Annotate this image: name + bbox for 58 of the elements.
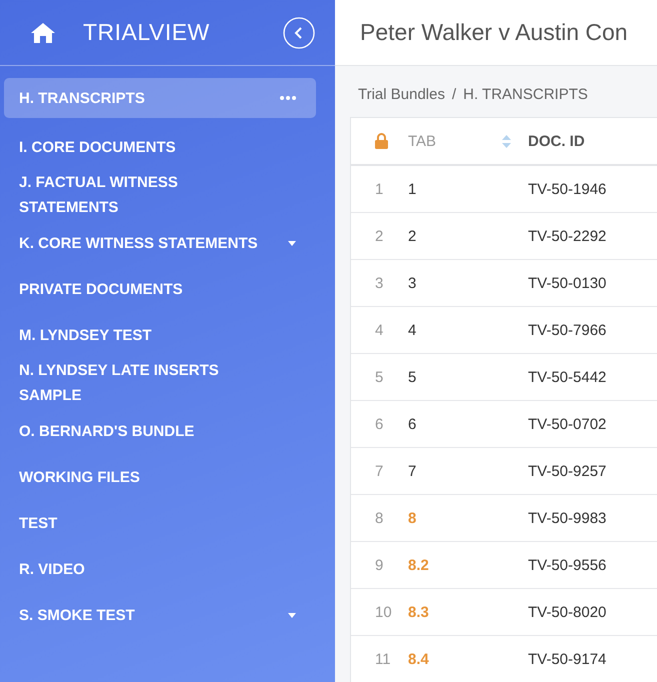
sidebar-item[interactable]: WORKING FILES xyxy=(4,454,316,500)
lock-icon[interactable] xyxy=(375,133,388,149)
table-cell: TV-50-1946 xyxy=(528,180,606,198)
table-cell: TV-50-2292 xyxy=(528,228,606,244)
table-cell: TV-50-9174 xyxy=(528,650,606,668)
table-cell: TV-50-9556 xyxy=(528,556,606,574)
sidebar-item[interactable]: M. LYNDSEY TEST xyxy=(4,312,316,358)
table-cell: 7 xyxy=(408,462,416,480)
row-number: 11 xyxy=(375,650,391,668)
table-cell: 1 xyxy=(408,180,416,198)
sidebar-item[interactable]: PRIVATE DOCUMENTS xyxy=(4,266,316,312)
table-cell: TV-50-7966 xyxy=(528,322,606,338)
table-cell: TV-50-0130 xyxy=(528,274,606,292)
sidebar-item[interactable]: S. SMOKE TEST xyxy=(4,592,316,638)
column-header[interactable]: TAB xyxy=(408,132,436,150)
sidebar-item[interactable]: K. CORE WITNESS STATEMENTS xyxy=(4,220,316,266)
row-number: 9 xyxy=(375,556,384,574)
sidebar-item[interactable]: O. BERNARD'S BUNDLE xyxy=(4,408,316,454)
table-cell: TV-50-0702 xyxy=(528,416,606,432)
sidebar-item[interactable]: N. LYNDSEY LATE INSERTS SAMPLE xyxy=(4,358,316,408)
row-number: 8 xyxy=(375,510,384,526)
table-cell: 3 xyxy=(408,274,416,292)
sidebar-item[interactable]: TEST xyxy=(4,500,316,546)
row-number: 4 xyxy=(375,322,384,338)
app-name: TRIALVIEW xyxy=(83,19,211,46)
table-cell: 8.3 xyxy=(408,604,429,620)
table-cell: TV-50-8020 xyxy=(528,604,606,620)
more-icon[interactable] xyxy=(280,96,296,100)
table-cell: 5 xyxy=(408,368,416,386)
row-number: 7 xyxy=(375,462,384,480)
caret-icon[interactable] xyxy=(288,612,296,618)
table-cell: 8.2 xyxy=(408,556,429,574)
row-number: 10 xyxy=(375,604,392,620)
row-number: 2 xyxy=(375,228,384,244)
sidebar-item[interactable]: R. VIDEO xyxy=(4,546,316,592)
breadcrumb-item[interactable]: Trial Bundles xyxy=(358,86,445,103)
table-cell: TV-50-9983 xyxy=(528,510,606,526)
breadcrumb-item: H. TRANSCRIPTS xyxy=(463,86,588,103)
column-header[interactable]: DOC. ID xyxy=(528,132,585,150)
collapse-icon[interactable] xyxy=(283,16,315,48)
sidebar-item[interactable]: H. TRANSCRIPTS xyxy=(4,78,316,118)
row-number: 6 xyxy=(375,416,384,432)
table-cell: 8.4 xyxy=(408,650,429,668)
table-cell: 4 xyxy=(408,322,416,338)
row-number: 3 xyxy=(375,274,384,292)
row-number: 5 xyxy=(375,368,384,386)
sidebar-item[interactable]: I. CORE DOCUMENTS xyxy=(4,124,316,170)
table-cell: TV-50-5442 xyxy=(528,368,606,386)
table-cell: 2 xyxy=(408,228,416,244)
row-number: 1 xyxy=(375,180,384,198)
sidebar-item[interactable]: J. FACTUAL WITNESS STATEMENTS xyxy=(4,170,316,220)
table-cell: TV-50-9257 xyxy=(528,462,606,480)
case-title: Peter Walker v Austin Con xyxy=(360,19,628,46)
table-cell: 6 xyxy=(408,416,416,432)
breadcrumb-separator: / xyxy=(452,86,456,103)
home-icon[interactable] xyxy=(30,22,56,44)
caret-icon[interactable] xyxy=(288,240,296,246)
table-cell: 8 xyxy=(408,510,416,526)
